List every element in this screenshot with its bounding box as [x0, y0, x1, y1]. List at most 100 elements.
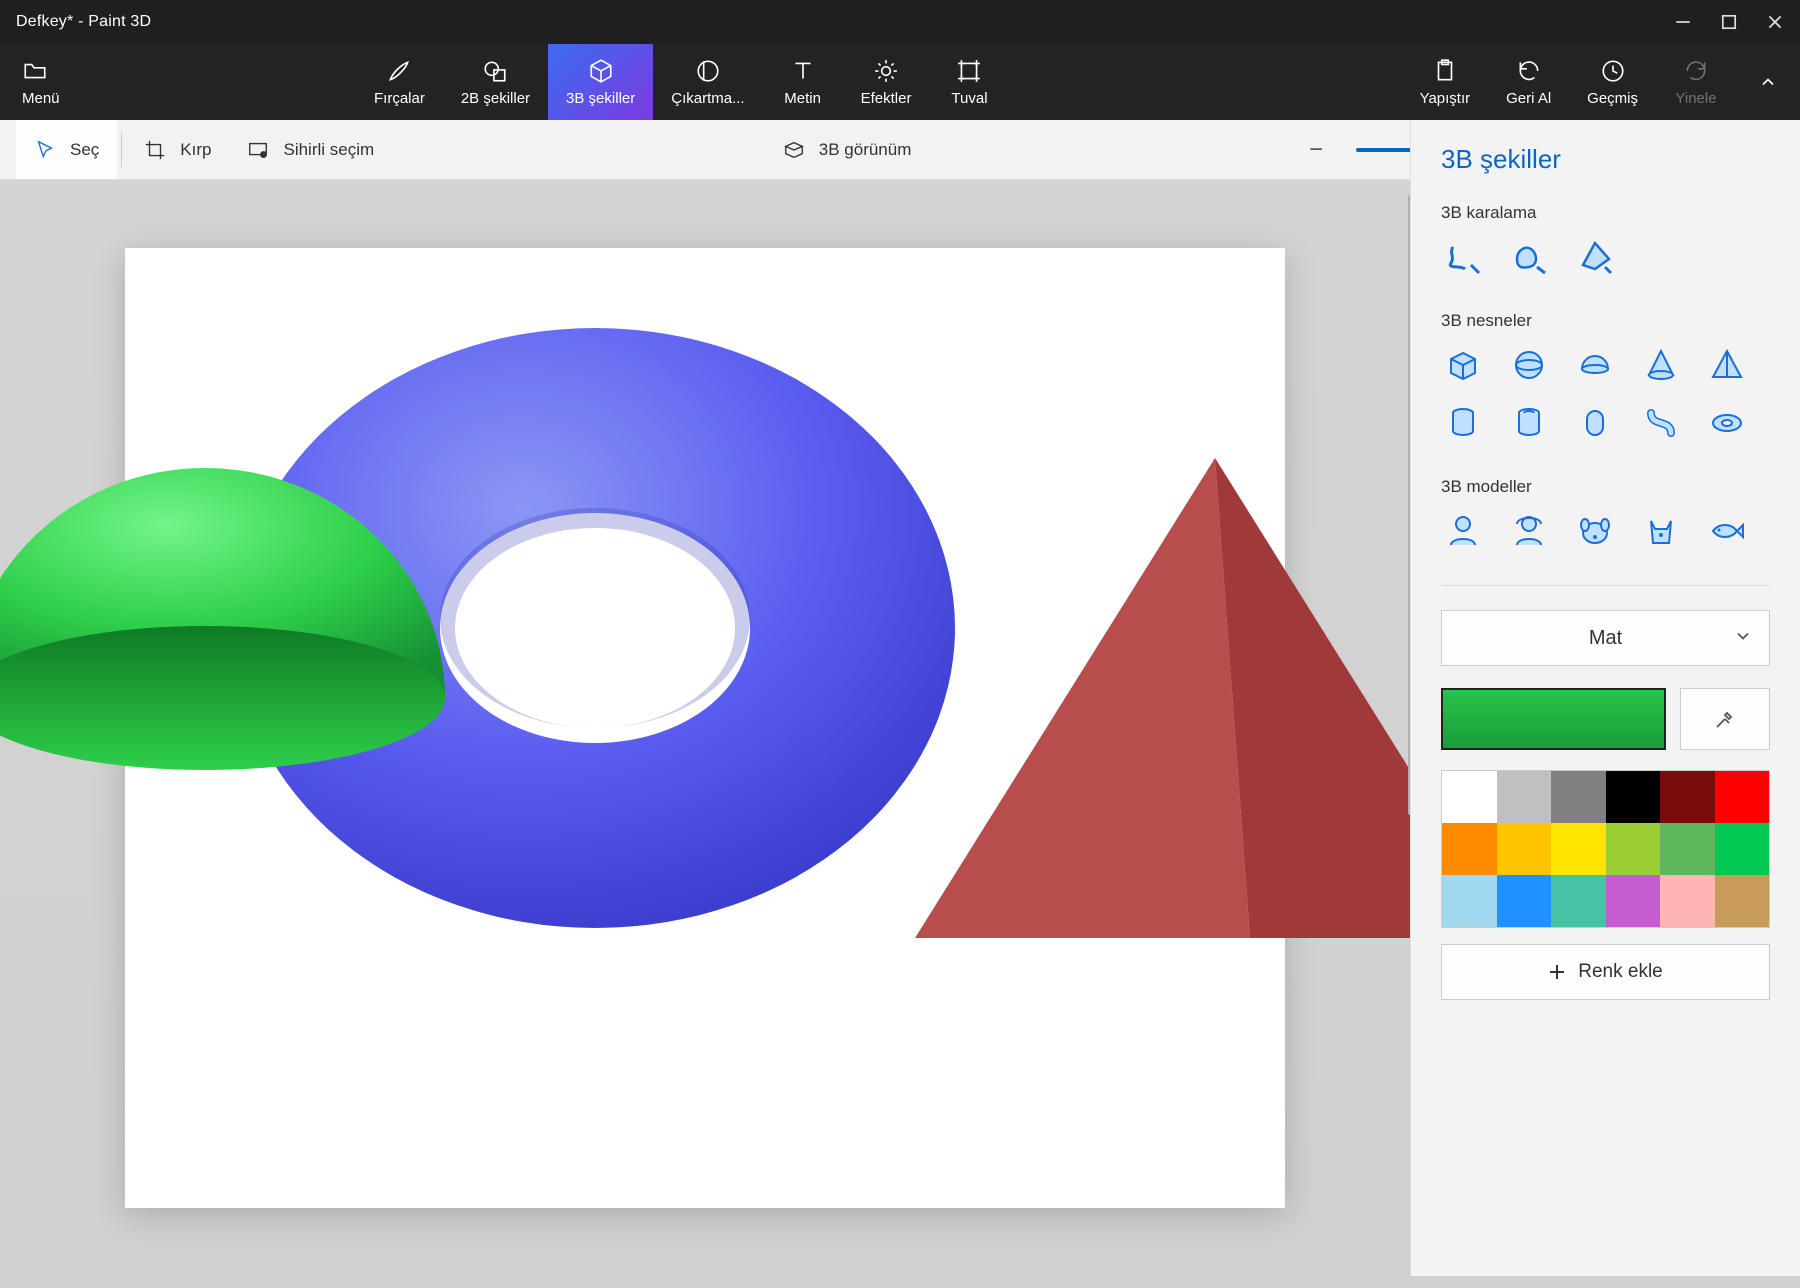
- title-bar: Defkey* - Paint 3D: [0, 0, 1800, 44]
- chevron-down-icon: [1735, 627, 1751, 650]
- paste-button[interactable]: Yapıştır: [1402, 44, 1489, 120]
- folder-icon: [22, 58, 48, 84]
- undo-button[interactable]: Geri Al: [1488, 44, 1569, 120]
- close-button[interactable]: [1766, 13, 1784, 31]
- canvas[interactable]: [125, 248, 1285, 1208]
- text-button[interactable]: Metin: [763, 44, 843, 120]
- doodle-soft-icon[interactable]: [1441, 235, 1485, 279]
- eyedropper-button[interactable]: [1680, 688, 1770, 750]
- capsule-object-icon[interactable]: [1573, 401, 1617, 445]
- window-controls: [1674, 13, 1784, 31]
- dog-model-icon[interactable]: [1573, 509, 1617, 553]
- redo-button[interactable]: Yinele: [1656, 44, 1736, 120]
- models-label: 3B modeller: [1441, 477, 1770, 497]
- undo-icon: [1516, 58, 1542, 84]
- window-title: Defkey* - Paint 3D: [16, 13, 151, 31]
- stickers-button[interactable]: Çıkartma...: [653, 44, 762, 120]
- minimize-button[interactable]: [1674, 13, 1692, 31]
- palette-color[interactable]: [1606, 771, 1661, 823]
- fish-model-icon[interactable]: [1705, 509, 1749, 553]
- paste-label: Yapıştır: [1420, 90, 1471, 107]
- crop-icon: [144, 139, 166, 161]
- palette-color[interactable]: [1660, 771, 1715, 823]
- text-label: Metin: [784, 90, 821, 107]
- palette-color[interactable]: [1497, 875, 1552, 927]
- pyramid-object-icon[interactable]: [1705, 343, 1749, 387]
- doodle-sharp-icon[interactable]: [1573, 235, 1617, 279]
- cylinder-object-icon[interactable]: [1441, 401, 1485, 445]
- plus-icon: [1548, 963, 1566, 981]
- add-color-button[interactable]: Renk ekle: [1441, 944, 1770, 1000]
- shapes2d-button[interactable]: 2B şekiller: [443, 44, 548, 120]
- palette-color[interactable]: [1606, 823, 1661, 875]
- palette-color[interactable]: [1715, 823, 1770, 875]
- brushes-label: Fırçalar: [374, 90, 425, 107]
- palette-color[interactable]: [1497, 771, 1552, 823]
- menu-button[interactable]: Menü: [0, 44, 96, 120]
- brush-icon: [386, 58, 412, 84]
- stickers-label: Çıkartma...: [671, 90, 744, 107]
- crop-label: Kırp: [180, 140, 211, 160]
- effects-button[interactable]: Efektler: [843, 44, 930, 120]
- palette-color[interactable]: [1497, 823, 1552, 875]
- curved-cylinder-icon[interactable]: [1639, 401, 1683, 445]
- cone-object-icon[interactable]: [1639, 343, 1683, 387]
- models-group: 3B modeller: [1441, 477, 1770, 553]
- doodle-tube-icon[interactable]: [1507, 235, 1551, 279]
- palette-color[interactable]: [1442, 823, 1497, 875]
- palette-color[interactable]: [1715, 875, 1770, 927]
- canvas-icon: [956, 58, 982, 84]
- material-dropdown[interactable]: Mat: [1441, 610, 1770, 666]
- zoom-out-button[interactable]: −: [1302, 136, 1330, 164]
- main-toolbar: Menü Fırçalar 2B şekiller 3B şekiller Çı…: [0, 44, 1800, 120]
- current-color-swatch[interactable]: [1441, 688, 1666, 750]
- palette-color[interactable]: [1660, 823, 1715, 875]
- hemisphere-object-icon[interactable]: [1573, 343, 1617, 387]
- text-icon: [790, 58, 816, 84]
- drawing-scene: [45, 168, 1365, 1288]
- cube-object-icon[interactable]: [1441, 343, 1485, 387]
- view3d-icon: [783, 139, 805, 161]
- torus-object-icon[interactable]: [1705, 401, 1749, 445]
- maximize-button[interactable]: [1720, 13, 1738, 31]
- hemisphere-shape[interactable]: [0, 398, 485, 958]
- collapse-panel-button[interactable]: [1736, 44, 1800, 120]
- shapes3d-button[interactable]: 3B şekiller: [548, 44, 653, 120]
- history-button[interactable]: Geçmiş: [1569, 44, 1656, 120]
- palette-color[interactable]: [1442, 771, 1497, 823]
- tube-object-icon[interactable]: [1507, 401, 1551, 445]
- redo-label: Yinele: [1675, 90, 1716, 107]
- man-model-icon[interactable]: [1441, 509, 1485, 553]
- canvas-stage: [0, 180, 1410, 1276]
- woman-model-icon[interactable]: [1507, 509, 1551, 553]
- color-palette: [1441, 770, 1770, 928]
- history-icon: [1600, 58, 1626, 84]
- palette-color[interactable]: [1551, 771, 1606, 823]
- select-label: Seç: [70, 140, 99, 160]
- palette-color[interactable]: [1551, 823, 1606, 875]
- objects-label: 3B nesneler: [1441, 311, 1770, 331]
- add-color-label: Renk ekle: [1578, 961, 1663, 983]
- palette-color[interactable]: [1442, 875, 1497, 927]
- effects-label: Efektler: [861, 90, 912, 107]
- shapes2d-icon: [482, 58, 508, 84]
- effects-icon: [873, 58, 899, 84]
- brushes-button[interactable]: Fırçalar: [356, 44, 443, 120]
- palette-color[interactable]: [1606, 875, 1661, 927]
- palette-color[interactable]: [1660, 875, 1715, 927]
- doodle-group: 3B karalama: [1441, 203, 1770, 279]
- redo-icon: [1683, 58, 1709, 84]
- view3d-label: 3B görünüm: [819, 140, 912, 160]
- canvas-button[interactable]: Tuval: [929, 44, 1009, 120]
- palette-color[interactable]: [1551, 875, 1606, 927]
- undo-label: Geri Al: [1506, 90, 1551, 107]
- palette-color[interactable]: [1715, 771, 1770, 823]
- eyedropper-icon: [1713, 707, 1737, 731]
- magic-icon: [247, 139, 269, 161]
- clipboard-icon: [1432, 58, 1458, 84]
- cursor-icon: [34, 139, 56, 161]
- shapes3d-label: 3B şekiller: [566, 90, 635, 107]
- cat-model-icon[interactable]: [1639, 509, 1683, 553]
- sphere-object-icon[interactable]: [1507, 343, 1551, 387]
- menu-label: Menü: [22, 90, 60, 107]
